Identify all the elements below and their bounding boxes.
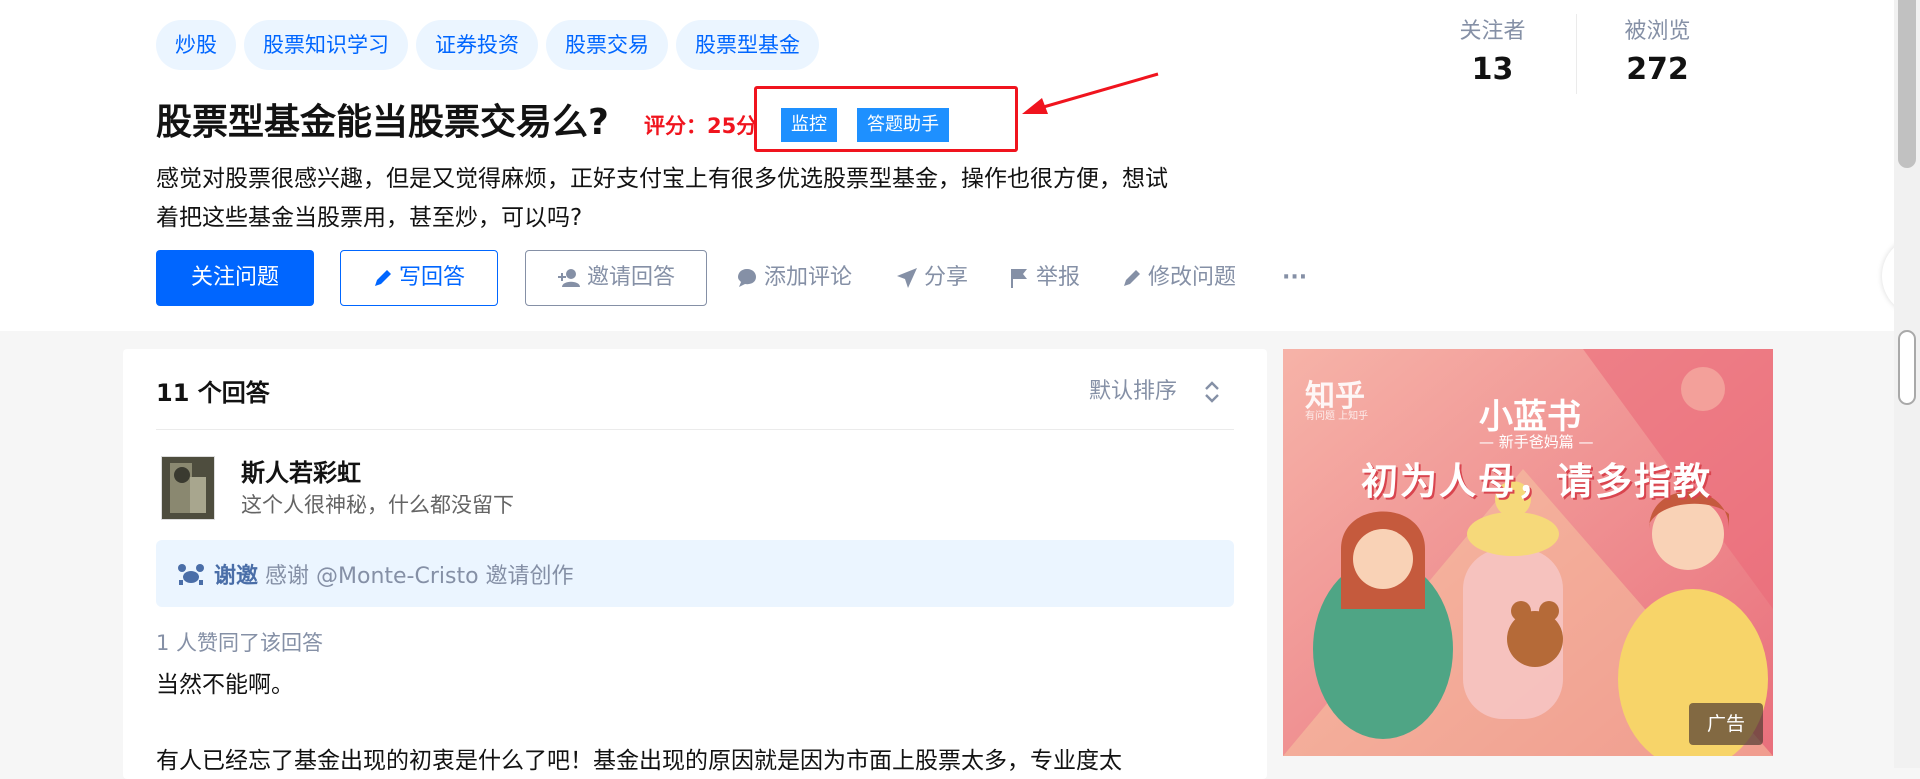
followers-stat: 关注者 13 [1440, 14, 1545, 90]
invite-message: 谢邀 感谢 @Monte-Cristo 邀请创作 [214, 558, 574, 590]
scrollbar-thumb[interactable] [1898, 0, 1916, 168]
ad-book-sub: — 新手爸妈篇 — [1479, 433, 1594, 451]
share-button[interactable]: 分享 [896, 250, 968, 306]
invite-banner: 谢邀 感谢 @Monte-Cristo 邀请创作 [156, 540, 1234, 607]
edit-question-label: 修改问题 [1148, 265, 1237, 290]
report-button[interactable]: 举报 [1008, 250, 1080, 306]
invite-answer-button[interactable]: 邀请回答 [525, 250, 707, 306]
stats-divider [1576, 14, 1577, 94]
question-header: 炒股 股票知识学习 证券投资 股票交易 股票型基金 股票型基金能当股票交易么? … [0, 0, 1894, 331]
topic-tag[interactable]: 股票知识学习 [244, 20, 408, 70]
follow-question-button[interactable]: 关注问题 [156, 250, 314, 306]
invite-prefix: 谢邀 [214, 564, 259, 589]
invite-text: 感谢 @Monte-Cristo 邀请创作 [265, 564, 574, 589]
ad-headline: 初为人母，请多指教 [1361, 460, 1712, 503]
views-count: 272 [1626, 52, 1689, 87]
edit-question-button[interactable]: 修改问题 [1122, 250, 1236, 306]
share-label: 分享 [924, 265, 969, 290]
topic-tags: 炒股 股票知识学习 证券投资 股票交易 股票型基金 [156, 20, 819, 70]
comment-icon [738, 269, 756, 287]
description-line: 着把这些基金当股票用，甚至炒，可以吗? [156, 205, 583, 231]
add-user-icon [557, 269, 580, 287]
avatar[interactable] [161, 456, 215, 520]
views-label: 被浏览 [1624, 19, 1691, 44]
more-button[interactable]: ··· [1282, 250, 1307, 306]
topic-tag[interactable]: 证券投资 [416, 20, 538, 70]
crab-icon [178, 564, 204, 585]
author-name[interactable]: 斯人若彩虹 [241, 453, 361, 488]
answers-card: 11 个回答 默认排序 斯人若彩虹 这个人很神秘，什么都没留下 谢邀 感谢 @M… [123, 349, 1267, 779]
answer-text: 有人已经忘了基金出现的初衷是什么了吧！基金出现的原因就是因为市面上股票太多，专业… [156, 748, 1122, 774]
answer-text: 当然不能啊。 [156, 672, 294, 698]
question-description: 感觉对股票很感兴趣，但是又觉得麻烦，正好支付宝上有很多优选股票型基金，操作也很方… [156, 160, 1256, 238]
share-icon [897, 268, 917, 288]
invite-answer-label: 邀请回答 [586, 265, 675, 290]
write-answer-label: 写回答 [398, 265, 465, 290]
answer-count: 11 个回答 [156, 379, 270, 407]
likes-count: 1 人赞同了该回答 [156, 631, 324, 655]
pencil-icon [1124, 270, 1140, 286]
followers-label: 关注者 [1459, 19, 1526, 44]
report-label: 举报 [1036, 265, 1081, 290]
annotation-arrow-icon [1022, 72, 1159, 114]
add-comment-label: 添加评论 [764, 265, 853, 290]
topic-tag[interactable]: 炒股 [156, 20, 236, 70]
write-answer-button[interactable]: 写回答 [340, 250, 498, 306]
divider [156, 429, 1234, 430]
sort-label: 默认排序 [1089, 379, 1178, 404]
ad-banner[interactable]: 知乎 有问题 上知乎 小蓝书 — 新手爸妈篇 — 初为人母，请多指教 广告 [1283, 349, 1773, 756]
scroll-position-marker[interactable] [1898, 330, 1916, 405]
ad-brand-sub: 有问题 上知乎 [1305, 411, 1369, 422]
sort-chevron-icon [1205, 381, 1219, 403]
scrollbar[interactable] [1894, 0, 1920, 768]
answer-helper-button[interactable]: 答题助手 [857, 108, 949, 142]
score-annotation: 评分：25分 [644, 114, 758, 138]
sort-dropdown[interactable]: 默认排序 [1089, 373, 1222, 405]
question-title: 股票型基金能当股票交易么? [156, 102, 609, 143]
avatar-image [162, 457, 214, 519]
pencil-icon [374, 270, 391, 286]
monitor-button[interactable]: 监控 [781, 108, 837, 142]
author-bio: 这个人很神秘，什么都没留下 [241, 493, 514, 517]
flag-icon [1011, 269, 1027, 288]
views-stat: 被浏览 272 [1605, 14, 1710, 90]
add-comment-button[interactable]: 添加评论 [736, 250, 852, 306]
topic-tag[interactable]: 股票型基金 [676, 20, 819, 70]
description-line: 感觉对股票很感兴趣，但是又觉得麻烦，正好支付宝上有很多优选股票型基金，操作也很方… [156, 166, 1168, 192]
ad-label: 广告 [1689, 703, 1763, 745]
topic-tag[interactable]: 股票交易 [546, 20, 668, 70]
followers-count: 13 [1471, 52, 1514, 87]
